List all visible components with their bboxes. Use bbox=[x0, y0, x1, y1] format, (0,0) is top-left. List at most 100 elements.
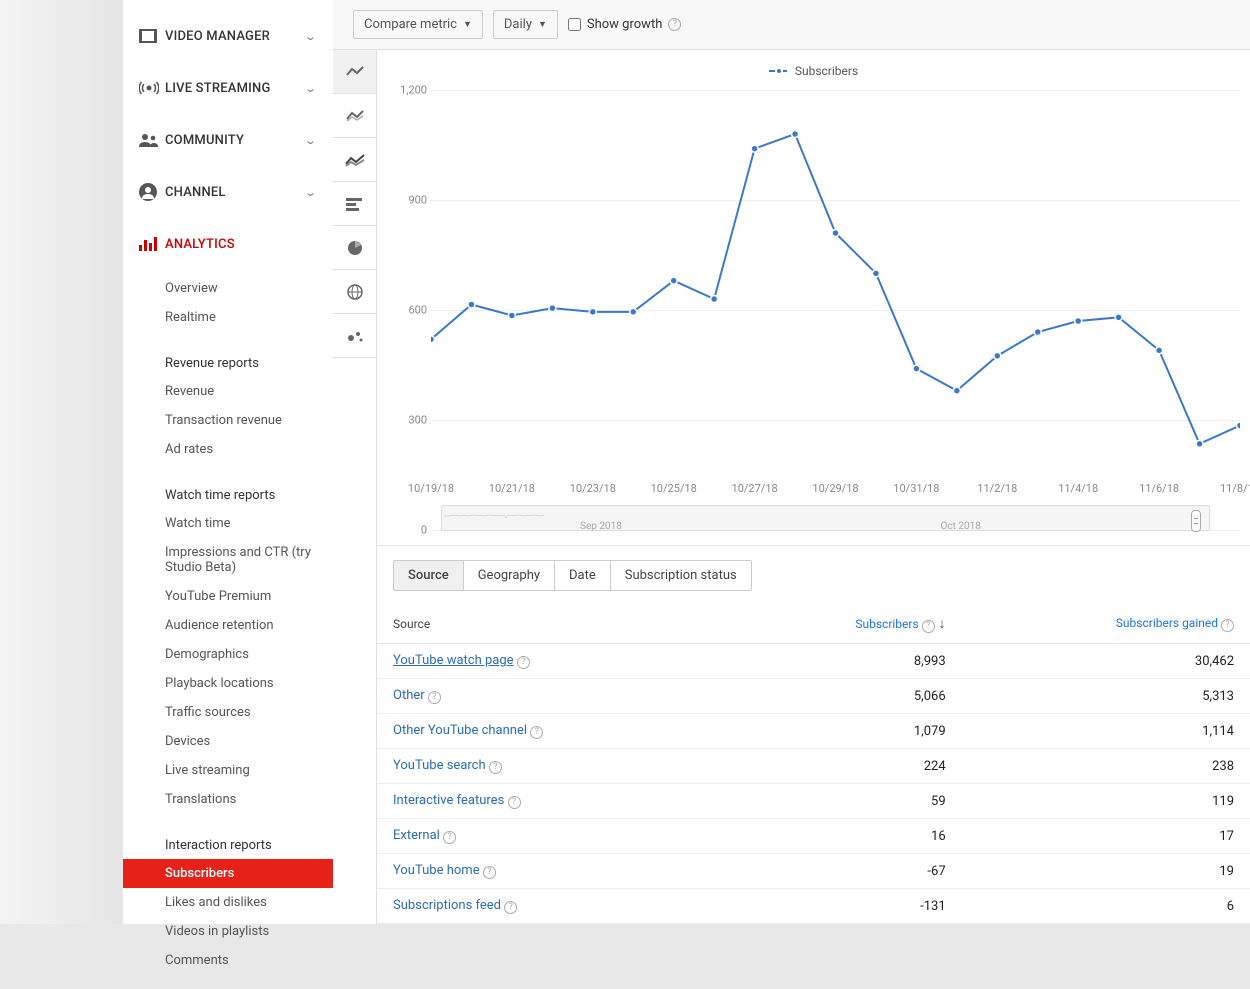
y-tick-label: 1,200 bbox=[387, 84, 427, 97]
sidebar-item-label: ANALYTICS bbox=[165, 237, 315, 252]
cell-subscribers: -131 bbox=[727, 889, 962, 924]
chevron-down-icon: ⌄ bbox=[304, 30, 317, 43]
scrubber-handle[interactable] bbox=[1191, 510, 1201, 532]
sidebar-sub-translations[interactable]: Translations bbox=[123, 785, 333, 814]
tab-date[interactable]: Date bbox=[554, 560, 611, 591]
chart-type-line[interactable] bbox=[333, 50, 376, 94]
sidebar-sub-realtime[interactable]: Realtime bbox=[123, 303, 333, 332]
table-row: YouTube home ? -67 19 bbox=[377, 854, 1250, 889]
chart-type-multiline[interactable] bbox=[333, 138, 376, 182]
col-source[interactable]: Source bbox=[377, 605, 727, 644]
chart-type-bubble[interactable] bbox=[333, 314, 376, 358]
help-icon[interactable]: ? bbox=[489, 761, 502, 774]
chevron-down-icon: ⌄ bbox=[304, 82, 317, 95]
sidebar-sub-transaction-revenue[interactable]: Transaction revenue bbox=[123, 406, 333, 435]
compare-metric-dropdown[interactable]: Compare metric ▼ bbox=[353, 10, 483, 39]
y-tick-label: 0 bbox=[387, 524, 427, 537]
tab-geography[interactable]: Geography bbox=[463, 560, 555, 591]
toolbar: Compare metric ▼ Daily ▼ Show growth ? bbox=[333, 0, 1250, 49]
sidebar-sub-ad-rates[interactable]: Ad rates bbox=[123, 435, 333, 464]
show-growth-toggle[interactable]: Show growth ? bbox=[568, 17, 681, 32]
cell-subscribers: 16 bbox=[727, 819, 962, 854]
source-link[interactable]: YouTube home bbox=[393, 863, 480, 878]
sidebar-sub-subscribers[interactable]: Subscribers bbox=[123, 859, 333, 888]
sidebar-sub-devices[interactable]: Devices bbox=[123, 727, 333, 756]
sidebar-item-live-streaming[interactable]: LIVE STREAMING ⌄ bbox=[123, 62, 333, 114]
sort-desc-icon: ↓ bbox=[935, 616, 946, 632]
table-row: YouTube watch page ? 8,993 30,462 bbox=[377, 644, 1250, 679]
tab-subscription-status[interactable]: Subscription status bbox=[610, 560, 752, 591]
show-growth-checkbox[interactable] bbox=[568, 18, 581, 31]
scrubber-label: Sep 2018 bbox=[580, 521, 622, 532]
y-tick-label: 300 bbox=[387, 414, 427, 427]
sidebar-item-community[interactable]: COMMUNITY ⌄ bbox=[123, 114, 333, 166]
help-icon[interactable]: ? bbox=[504, 901, 517, 914]
left-gutter bbox=[0, 0, 123, 924]
help-icon[interactable]: ? bbox=[483, 866, 496, 879]
show-growth-label: Show growth bbox=[587, 17, 662, 32]
time-scrubber[interactable]: Sep 2018 Oct 2018 bbox=[441, 505, 1210, 531]
source-link[interactable]: Other YouTube channel bbox=[393, 723, 527, 738]
source-link[interactable]: Other bbox=[393, 688, 425, 703]
sidebar-sub-audience-retention[interactable]: Audience retention bbox=[123, 611, 333, 640]
table-row: YouTube search ? 224 238 bbox=[377, 749, 1250, 784]
cell-subscribers: 8,993 bbox=[727, 644, 962, 679]
sidebar-sub-live-streaming[interactable]: Live streaming bbox=[123, 756, 333, 785]
line-chart[interactable]: 03006009001,20010/19/1810/21/1810/23/181… bbox=[417, 90, 1240, 475]
sidebar-sub-comments[interactable]: Comments bbox=[123, 946, 333, 975]
source-link[interactable]: Interactive features bbox=[393, 793, 504, 808]
tab-source[interactable]: Source bbox=[393, 560, 464, 591]
sidebar-item-label: COMMUNITY bbox=[165, 133, 306, 148]
sidebar-sub-traffic-sources[interactable]: Traffic sources bbox=[123, 698, 333, 727]
table-row: Other ? 5,066 5,313 bbox=[377, 679, 1250, 714]
sidebar-item-label: CHANNEL bbox=[165, 185, 306, 200]
sidebar-item-video-manager[interactable]: VIDEO MANAGER ⌄ bbox=[123, 10, 333, 62]
sidebar-sub-demographics[interactable]: Demographics bbox=[123, 640, 333, 669]
sidebar-sub-watch-time[interactable]: Watch time bbox=[123, 509, 333, 538]
sidebar: VIDEO MANAGER ⌄ LIVE STREAMING ⌄ COMMUNI… bbox=[123, 0, 333, 924]
cell-subscribers-gained: 30,462 bbox=[962, 644, 1250, 679]
cell-subscribers: -67 bbox=[727, 854, 962, 889]
granularity-dropdown[interactable]: Daily ▼ bbox=[493, 10, 558, 39]
help-icon[interactable]: ? bbox=[530, 726, 543, 739]
scrubber-label: Oct 2018 bbox=[941, 521, 981, 532]
chart-type-globe[interactable] bbox=[333, 270, 376, 314]
y-tick-label: 900 bbox=[387, 194, 427, 207]
cell-subscribers-gained: 119 bbox=[962, 784, 1250, 819]
chart-svg bbox=[431, 90, 1240, 530]
sidebar-sub-videos-in-playlists[interactable]: Videos in playlists bbox=[123, 917, 333, 946]
table-tabs: SourceGeographyDateSubscription status bbox=[377, 546, 1250, 591]
chart-type-line2[interactable] bbox=[333, 94, 376, 138]
sidebar-sub-overview[interactable]: Overview bbox=[123, 274, 333, 303]
help-icon[interactable]: ? bbox=[922, 620, 935, 633]
sidebar-item-analytics[interactable]: ANALYTICS bbox=[123, 218, 333, 270]
chart-type-pie[interactable] bbox=[333, 226, 376, 270]
col-subscribers[interactable]: Subscribers ?↓ bbox=[727, 605, 962, 644]
table-row: Subscriptions feed ? -131 6 bbox=[377, 889, 1250, 924]
sidebar-sub-playback-locations[interactable]: Playback locations bbox=[123, 669, 333, 698]
chart-type-rail bbox=[333, 50, 377, 924]
help-icon[interactable]: ? bbox=[508, 796, 521, 809]
legend-series-label: Subscribers bbox=[795, 64, 858, 78]
source-link[interactable]: YouTube watch page bbox=[393, 653, 514, 668]
sidebar-item-channel[interactable]: CHANNEL ⌄ bbox=[123, 166, 333, 218]
chart-type-hbar[interactable] bbox=[333, 182, 376, 226]
sidebar-sub-youtube-premium[interactable]: YouTube Premium bbox=[123, 582, 333, 611]
source-link[interactable]: YouTube search bbox=[393, 758, 486, 773]
help-icon[interactable]: ? bbox=[1221, 619, 1234, 632]
source-link[interactable]: Subscriptions feed bbox=[393, 898, 501, 913]
source-link[interactable]: External bbox=[393, 828, 440, 843]
help-icon[interactable]: ? bbox=[517, 656, 530, 669]
cell-subscribers-gained: 19 bbox=[962, 854, 1250, 889]
cell-subscribers: 224 bbox=[727, 749, 962, 784]
sidebar-sub-likes-and-dislikes[interactable]: Likes and dislikes bbox=[123, 888, 333, 917]
help-icon[interactable]: ? bbox=[428, 691, 441, 704]
help-icon[interactable]: ? bbox=[443, 831, 456, 844]
cell-subscribers-gained: 238 bbox=[962, 749, 1250, 784]
sidebar-sub-revenue[interactable]: Revenue bbox=[123, 377, 333, 406]
cell-subscribers-gained: 6 bbox=[962, 889, 1250, 924]
col-subscribers-gained[interactable]: Subscribers gained ? bbox=[962, 605, 1250, 644]
scrubber-sparkline bbox=[444, 510, 544, 520]
help-icon[interactable]: ? bbox=[668, 18, 681, 31]
sidebar-sub-impressions-and-ctr-try-studio-beta[interactable]: Impressions and CTR (try Studio Beta) bbox=[123, 538, 333, 582]
